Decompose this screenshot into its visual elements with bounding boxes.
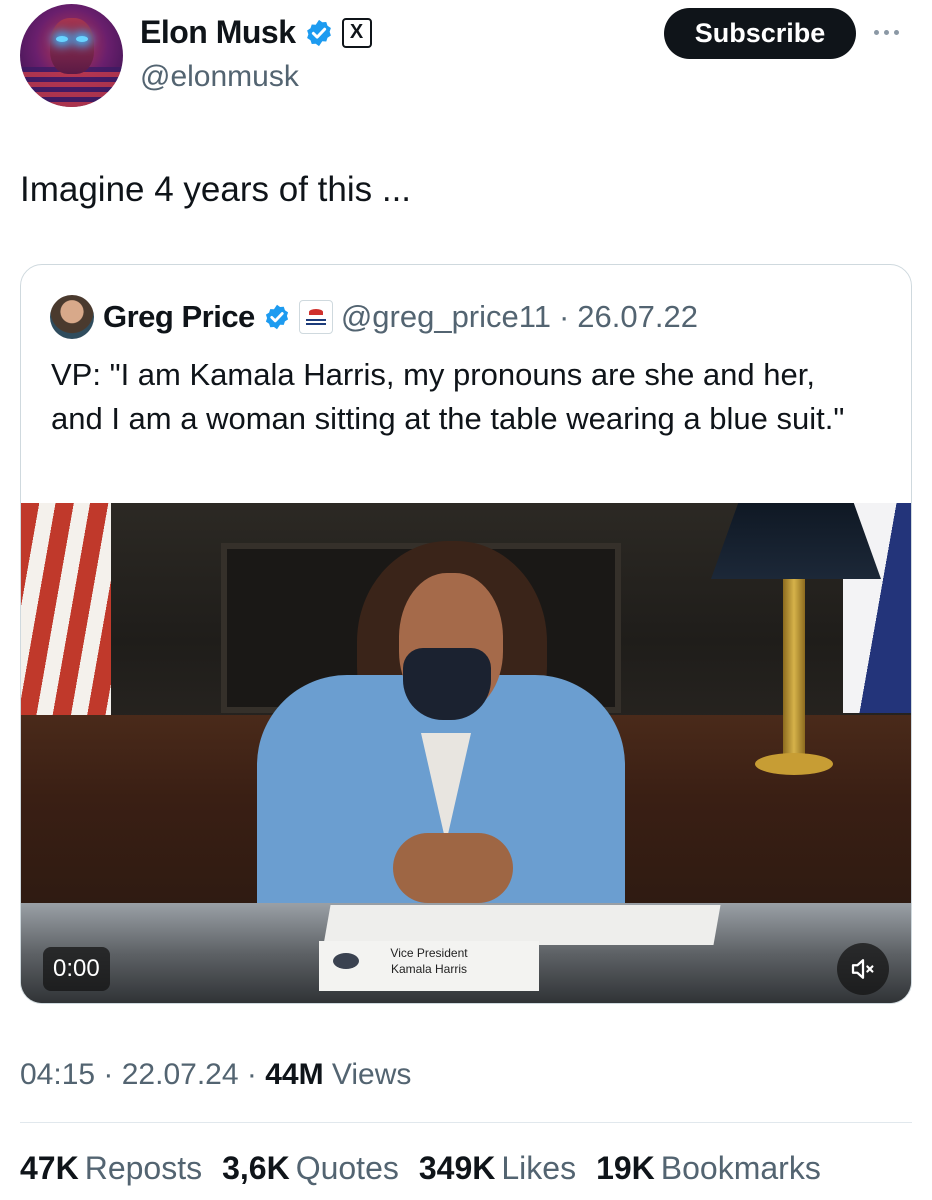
avatar-eye-left [56, 36, 68, 42]
separator-dot: · [103, 1058, 122, 1091]
likes-count: 349K [418, 1150, 496, 1186]
quoted-author-name[interactable]: Greg Price [103, 299, 255, 335]
video-lamp-stem [783, 579, 805, 769]
bookmarks-stat[interactable]: 19K Bookmarks [596, 1150, 821, 1187]
video-us-flag [21, 503, 111, 723]
author-avatar[interactable] [20, 4, 123, 107]
author-handle[interactable]: @elonmusk [140, 60, 299, 94]
speaker-muted-glyph [851, 959, 874, 979]
reposts-count: 47K [20, 1150, 79, 1186]
more-dot [884, 29, 889, 35]
likes-label: Likes [501, 1150, 577, 1186]
avatar-face [50, 18, 94, 74]
verified-badge-icon [306, 19, 331, 46]
likes-stat[interactable]: 349K Likes [419, 1150, 576, 1187]
video-player[interactable]: Vice President Kamala Harris 0:00 [21, 503, 911, 1003]
reposts-stat[interactable]: 47K Reposts [20, 1150, 202, 1187]
quoted-author-row: Greg Price @greg_price11 · 26.07.22 [103, 295, 698, 339]
quoted-author-avatar[interactable] [50, 295, 94, 339]
quoted-tweet-text: VP: "I am Kamala Harris, my pronouns are… [51, 357, 845, 436]
tweet-time[interactable]: 04:15 [20, 1058, 95, 1091]
bookmarks-label: Bookmarks [660, 1150, 821, 1186]
separator-dot: · [246, 1058, 266, 1091]
x-affiliation-icon[interactable]: X [341, 17, 372, 48]
badge-line [305, 323, 326, 325]
tweet-page: Elon Musk X @elonmusk Subscribe Imagine … [0, 0, 932, 1200]
separator-dot: · [558, 299, 570, 334]
bookmarks-count: 19K [596, 1150, 655, 1186]
subscribe-button[interactable]: Subscribe [664, 8, 856, 59]
more-horizontal-icon[interactable] [874, 26, 910, 38]
more-dot [894, 29, 899, 35]
nameplate-seal-icon [333, 953, 359, 969]
video-person-hands [393, 833, 513, 903]
video-time-badge: 0:00 [43, 947, 110, 991]
views-label: Views [331, 1058, 412, 1091]
author-display-name[interactable]: Elon Musk [140, 14, 296, 51]
quoted-tweet-card[interactable]: Greg Price @greg_price11 · 26.07.22 VP: … [20, 264, 912, 1004]
quotes-stat[interactable]: 3,6K Quotes [222, 1150, 399, 1187]
quotes-count: 3,6K [222, 1150, 290, 1186]
video-lamp-base [755, 753, 833, 775]
x-affiliation-label: X [349, 21, 364, 43]
quoted-tweet-date[interactable]: 26.07.22 [577, 299, 698, 335]
avatar-eye-right [76, 36, 88, 42]
quotes-label: Quotes [295, 1150, 399, 1186]
video-lamp-shade [711, 503, 881, 579]
verified-badge-icon [265, 304, 288, 330]
tweet-text: Imagine 4 years of this ... [20, 170, 412, 209]
quoted-author-handle[interactable]: @greg_price11 [341, 299, 551, 335]
reposts-label: Reposts [84, 1150, 203, 1186]
volume-muted-icon[interactable] [837, 943, 889, 995]
more-dot [874, 29, 879, 35]
views-count: 44M [265, 1058, 324, 1091]
author-name-row: Elon Musk X [140, 14, 372, 51]
freedom-caucus-badge-icon[interactable] [298, 300, 333, 334]
badge-line [305, 319, 326, 321]
badge-mark [308, 309, 323, 315]
video-person-mask [403, 648, 491, 720]
video-papers [323, 905, 721, 945]
engagement-stats: 47K Reposts 3,6K Quotes 349K Likes 19K Bookm… [20, 1150, 821, 1187]
divider [20, 1122, 912, 1123]
tweet-date[interactable]: 22.07.24 [122, 1058, 239, 1091]
tweet-meta: 04:15 · 22.07.24 · 44M Views [20, 1058, 411, 1092]
video-nameplate: Vice President Kamala Harris [319, 941, 539, 991]
